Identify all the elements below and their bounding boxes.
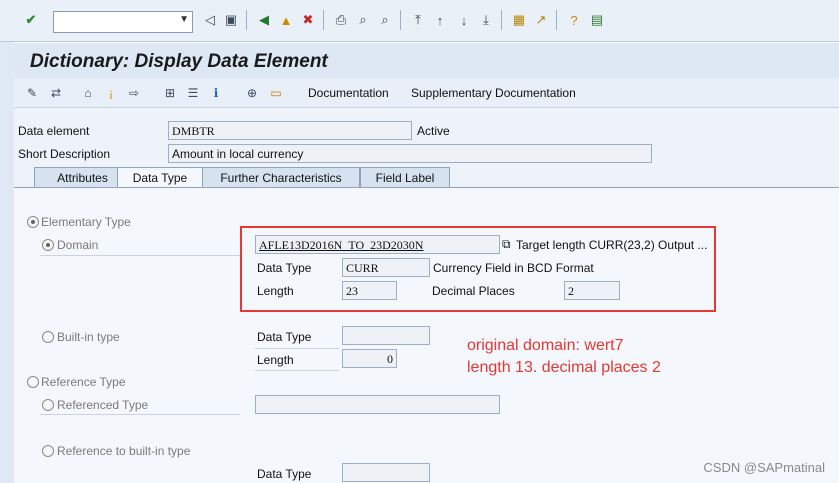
builtin-type-label: Built-in type (57, 330, 120, 344)
builtin-length-field[interactable]: 0 (342, 349, 397, 368)
builtin-data-type-field[interactable] (342, 326, 430, 345)
back-arrow-icon[interactable]: ◁ (201, 11, 219, 29)
reference-builtin-radio[interactable] (42, 445, 54, 457)
chevron-down-icon[interactable]: ▼ (179, 14, 189, 25)
hierarchy-icon[interactable]: ⊕ (244, 85, 260, 101)
highlight-box (240, 226, 716, 312)
application-toolbar: ✎ ⇄ ⌂ ¡ ⇨ ⊞ ☰ ℹ ⊕ ▭ Documentation Supple… (14, 78, 839, 108)
builtin-data-type-label: Data Type (257, 330, 312, 344)
title-bar: Dictionary: Display Data Element (14, 42, 839, 78)
documentation-button[interactable]: Documentation (308, 86, 389, 100)
reference-type-label: Reference Type (41, 375, 126, 389)
print-icon[interactable]: ⎙ (332, 11, 350, 29)
display-change-icon[interactable]: ✎ (24, 85, 40, 101)
where-used-icon[interactable]: ⊞ (162, 85, 178, 101)
divider (255, 348, 339, 349)
create-session-icon[interactable]: ▦ (510, 11, 528, 29)
save-icon[interactable]: ▣ (222, 11, 240, 29)
tab-strip: Attributes Data Type Further Characteris… (14, 167, 839, 188)
system-toolbar: ✔ ▼ ◁ ▣ ◀ ▲ ✖ ⎙ ⌕ ⌕ ⤒ ↑ ↓ ⤓ ▦ ↗ ? ▤ (0, 0, 839, 42)
customize-icon[interactable]: ▤ (588, 11, 606, 29)
divider (40, 414, 240, 415)
watermark: CSDN @SAPmatinal (703, 460, 825, 475)
referenced-type-field[interactable] (255, 395, 500, 414)
separator (246, 10, 247, 30)
separator (556, 10, 557, 30)
ref-data-type-field[interactable] (342, 463, 430, 482)
short-description-label: Short Description (18, 147, 111, 161)
tab-field-label[interactable]: Field Label (360, 167, 450, 187)
tab-further-characteristics[interactable]: Further Characteristics (202, 167, 360, 187)
check-icon[interactable]: ⌂ (80, 85, 96, 101)
last-page-icon[interactable]: ⤓ (477, 11, 495, 29)
data-element-label: Data element (18, 124, 90, 138)
short-description-field[interactable]: Amount in local currency (168, 144, 652, 163)
referenced-type-label: Referenced Type (57, 398, 149, 412)
nav-exit-icon[interactable]: ▲ (277, 11, 295, 29)
other-object-icon[interactable]: ⇄ (48, 85, 64, 101)
elementary-type-radio[interactable] (27, 216, 39, 228)
test-icon[interactable]: ⇨ (126, 85, 142, 101)
divider (40, 255, 240, 256)
find-next-icon[interactable]: ⌕ (376, 11, 394, 29)
builtin-type-radio[interactable] (42, 331, 54, 343)
info-icon[interactable]: ℹ (208, 85, 224, 101)
builtin-length-label: Length (257, 353, 294, 367)
activate-icon[interactable]: ¡ (103, 85, 119, 101)
object-list-icon[interactable]: ☰ (185, 85, 201, 101)
first-page-icon[interactable]: ⤒ (409, 11, 427, 29)
separator (501, 10, 502, 30)
separator (400, 10, 401, 30)
annotation-line-1: original domain: wert7 (467, 337, 624, 354)
domain-radio[interactable] (42, 239, 54, 251)
divider (255, 370, 339, 371)
ref-data-type-label: Data Type (257, 467, 312, 481)
reference-type-radio[interactable] (27, 376, 39, 388)
referenced-type-radio[interactable] (42, 399, 54, 411)
status-text: Active (417, 124, 450, 138)
find-icon[interactable]: ⌕ (354, 11, 372, 29)
command-field[interactable]: ▼ (53, 11, 193, 33)
annotation-line-2: length 13. decimal places 2 (467, 359, 661, 376)
nav-back-icon[interactable]: ◀ (255, 11, 273, 29)
supplementary-documentation-button[interactable]: Supplementary Documentation (411, 86, 576, 100)
data-element-field[interactable]: DMBTR (168, 121, 412, 140)
tab-data-type[interactable]: Data Type (117, 167, 203, 188)
prev-page-icon[interactable]: ↑ (431, 11, 449, 29)
next-page-icon[interactable]: ↓ (455, 11, 473, 29)
enter-icon[interactable]: ✔ (22, 11, 40, 29)
page-title: Dictionary: Display Data Element (30, 51, 328, 72)
reference-builtin-label: Reference to built-in type (57, 444, 191, 458)
shortcut-icon[interactable]: ↗ (532, 11, 550, 29)
elementary-type-label: Elementary Type (41, 215, 131, 229)
technical-settings-icon[interactable]: ▭ (268, 85, 284, 101)
domain-label: Domain (57, 238, 99, 252)
separator (323, 10, 324, 30)
help-icon[interactable]: ? (565, 11, 583, 29)
nav-cancel-icon[interactable]: ✖ (299, 11, 317, 29)
